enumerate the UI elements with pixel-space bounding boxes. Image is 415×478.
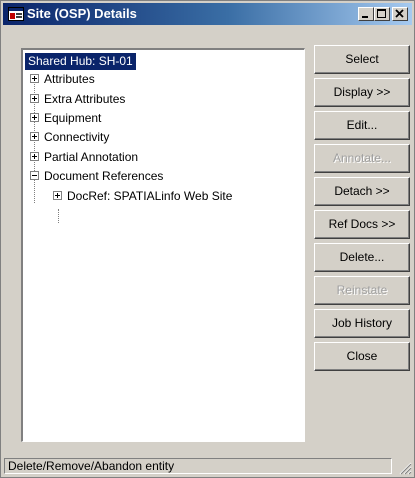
delete-button[interactable]: Delete... <box>314 243 410 272</box>
expand-plus-icon[interactable] <box>30 152 39 161</box>
reinstate-button[interactable]: Reinstate <box>314 276 410 305</box>
tree-node-label: Extra Attributes <box>44 92 126 106</box>
close-icon[interactable] <box>392 7 408 21</box>
tree-node-label: Attributes <box>44 72 95 86</box>
job-history-button[interactable]: Job History <box>314 309 410 338</box>
expand-plus-icon[interactable] <box>53 191 62 200</box>
select-button[interactable]: Select <box>314 45 410 74</box>
site-details-window: Site (OSP) Details Shared Hub: SH-01 Att… <box>0 0 415 478</box>
expand-plus-icon[interactable] <box>30 94 39 103</box>
detach-button[interactable]: Detach >> <box>314 177 410 206</box>
tree-connector <box>58 209 59 223</box>
expand-plus-icon[interactable] <box>30 74 39 83</box>
tree-node-label: Equipment <box>44 111 102 125</box>
minimize-icon[interactable] <box>358 7 374 21</box>
window-app-icon[interactable] <box>8 7 24 21</box>
tree-node-label: DocRef: SPATIALinfo Web Site <box>67 189 233 203</box>
edit-button[interactable]: Edit... <box>314 111 410 140</box>
status-bar: Delete/Remove/Abandon entity <box>4 458 392 474</box>
maximize-icon[interactable] <box>374 7 390 21</box>
tree-root-item[interactable]: Shared Hub: SH-01 <box>25 53 136 70</box>
close-button[interactable]: Close <box>314 342 410 371</box>
window-title: Site (OSP) Details <box>27 6 137 21</box>
tree-node-label: Connectivity <box>44 130 110 144</box>
tree-node-label: Partial Annotation <box>44 150 139 164</box>
expand-plus-icon[interactable] <box>30 132 39 141</box>
ref-docs-button[interactable]: Ref Docs >> <box>314 210 410 239</box>
tree-node-label: Document References <box>44 169 164 183</box>
expand-plus-icon[interactable] <box>30 113 39 122</box>
resize-grip-icon[interactable] <box>398 461 412 475</box>
annotate-button[interactable]: Annotate... <box>314 144 410 173</box>
title-bar[interactable]: Site (OSP) Details <box>3 3 412 25</box>
details-tree[interactable]: Shared Hub: SH-01 Attributes Extra Attri… <box>21 48 305 442</box>
collapse-minus-icon[interactable] <box>30 171 39 180</box>
display-button[interactable]: Display >> <box>314 78 410 107</box>
